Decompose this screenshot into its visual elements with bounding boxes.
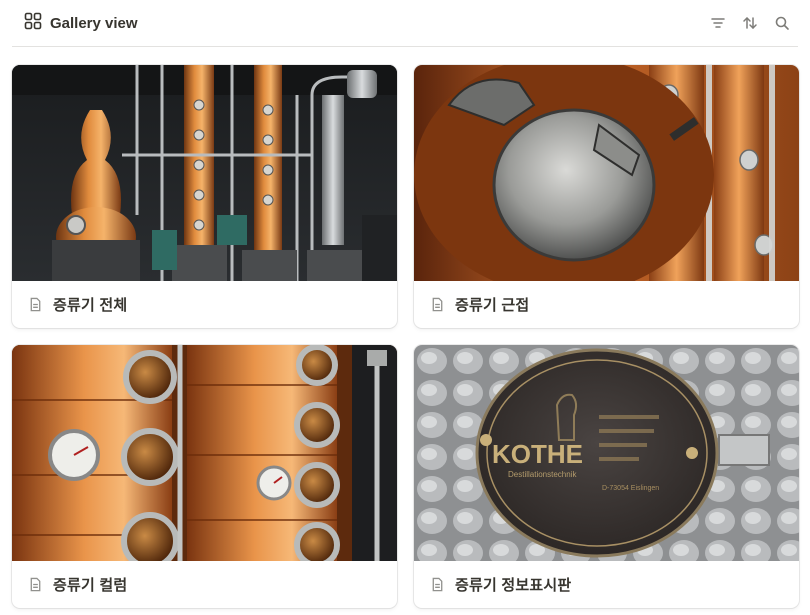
gallery-card[interactable]: 증류기 컬럼 bbox=[12, 345, 397, 608]
view-label: Gallery view bbox=[50, 14, 138, 32]
card-footer: 증류기 전체 bbox=[12, 281, 397, 328]
gallery-card[interactable]: KOTHE Destillationstechnik D-73054 Eisli… bbox=[414, 345, 799, 608]
page-icon bbox=[429, 297, 445, 313]
nameplate-subtitle: Destillationstechnik bbox=[508, 470, 577, 479]
search-icon bbox=[775, 16, 789, 30]
toolbar-actions bbox=[708, 13, 798, 33]
card-title: 증류기 컬럼 bbox=[53, 577, 128, 594]
card-footer: 증류기 근접 bbox=[414, 281, 799, 328]
filter-button[interactable] bbox=[708, 13, 728, 33]
gallery-card[interactable]: 증류기 근접 bbox=[414, 65, 799, 328]
nameplate-photo: KOTHE Destillationstechnik D-73054 Eisli… bbox=[414, 345, 799, 561]
page-icon bbox=[27, 577, 43, 593]
card-footer: 증류기 컬럼 bbox=[12, 561, 397, 608]
gallery-grid-icon bbox=[24, 12, 42, 35]
gallery-grid: 증류기 전체 증류기 근접 증류기 컬럼 KOTHE Destillations… bbox=[12, 65, 800, 608]
gallery-toolbar: Gallery view bbox=[12, 0, 798, 47]
distillery-overview-photo bbox=[12, 65, 397, 281]
card-title: 증류기 전체 bbox=[53, 297, 128, 314]
still-lid-closeup-photo bbox=[414, 65, 799, 281]
nameplate-brand: KOTHE bbox=[492, 439, 583, 469]
sort-button[interactable] bbox=[740, 13, 760, 33]
nameplate-address: D-73054 Eislingen bbox=[602, 485, 659, 492]
sort-icon bbox=[743, 17, 757, 29]
gallery-card[interactable]: 증류기 전체 bbox=[12, 65, 397, 328]
search-button[interactable] bbox=[772, 13, 792, 33]
page-icon bbox=[27, 297, 43, 313]
card-footer: 증류기 정보표시판 bbox=[414, 561, 799, 608]
page-icon bbox=[429, 577, 445, 593]
card-title: 증류기 근접 bbox=[455, 297, 530, 314]
gallery-view-tab[interactable]: Gallery view bbox=[12, 0, 138, 46]
copper-column-photo bbox=[12, 345, 397, 561]
filter-icon bbox=[711, 18, 725, 28]
card-title: 증류기 정보표시판 bbox=[455, 577, 572, 594]
